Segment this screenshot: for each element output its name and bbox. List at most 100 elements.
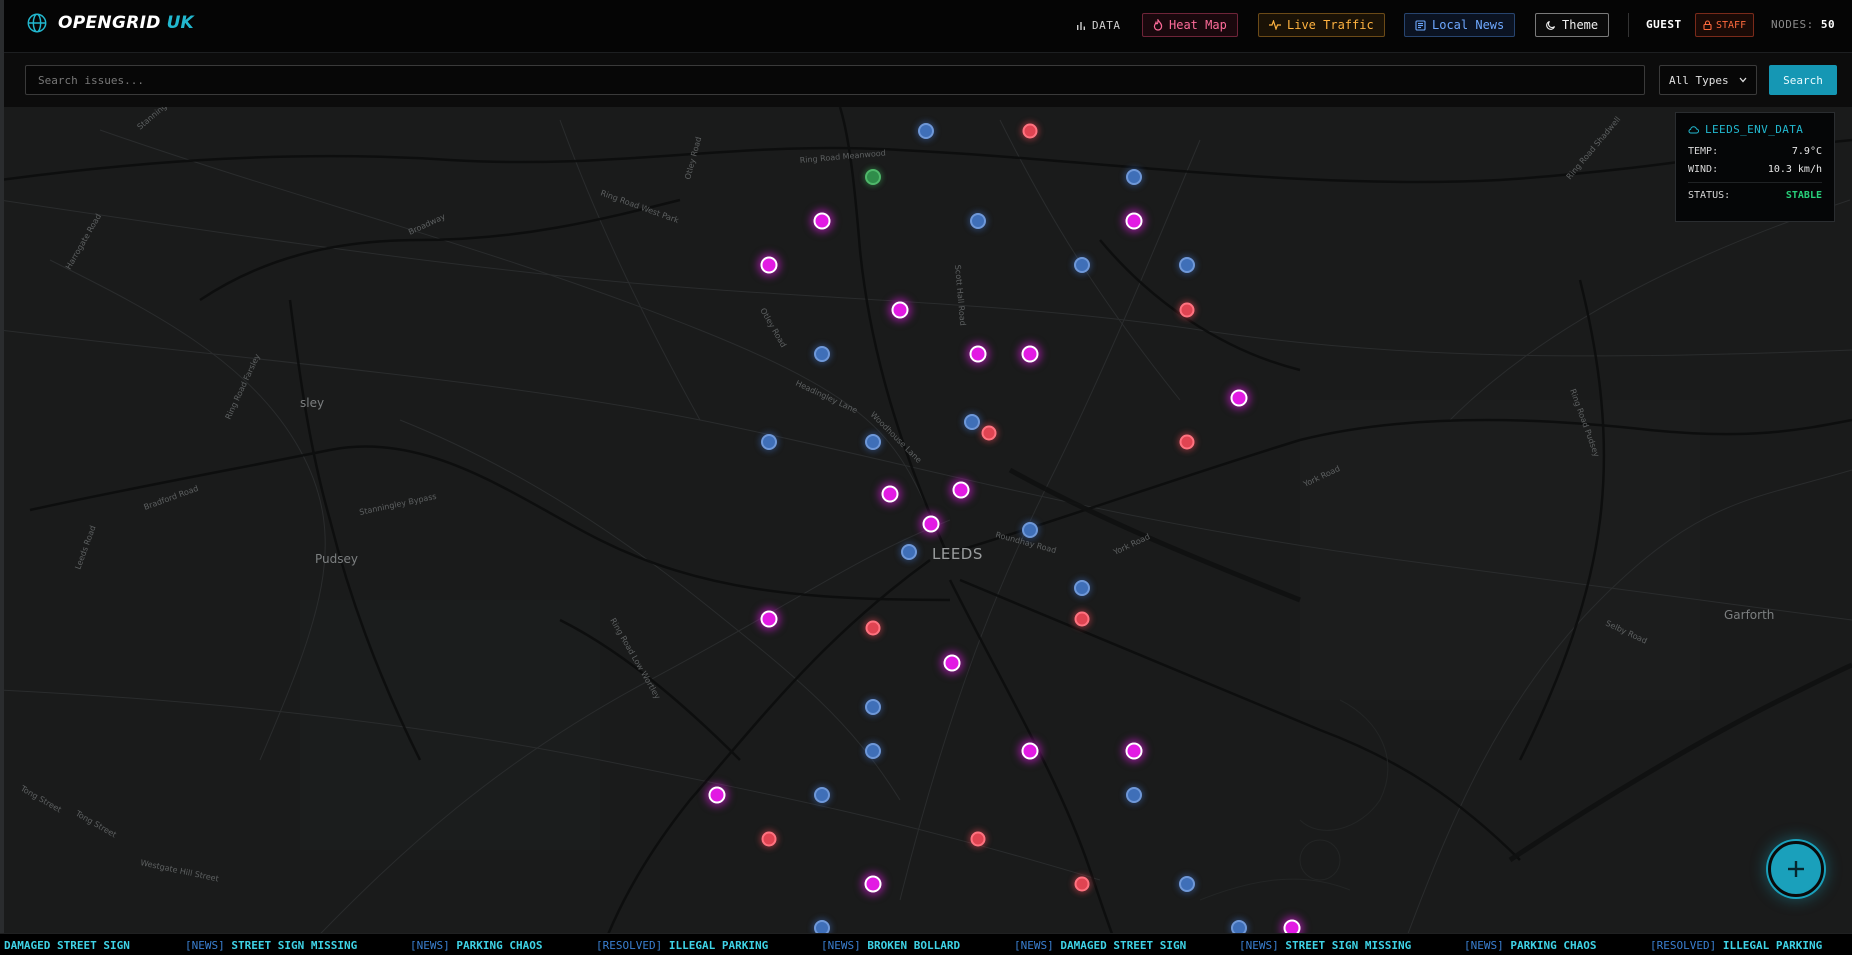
map-marker[interactable] (1179, 876, 1195, 892)
map-marker[interactable] (1074, 876, 1090, 892)
map-marker[interactable] (918, 123, 934, 139)
map-marker[interactable] (1074, 580, 1090, 596)
env-temp-row: TEMP: 7.9°C (1688, 146, 1822, 157)
map-marker[interactable] (814, 920, 830, 933)
map-marker[interactable] (891, 301, 909, 319)
brand-logo[interactable]: OPENGRID UK (26, 12, 194, 34)
place-label-sley: sley (300, 396, 325, 410)
ticker-item[interactable]: [RESOLVED] ILLEGAL PARKING (1650, 939, 1822, 952)
map-marker[interactable] (1179, 257, 1195, 273)
ticker-item[interactable]: [NEWS] PARKING CHAOS (410, 939, 542, 952)
chevron-down-icon (1739, 77, 1747, 83)
map-marker[interactable] (1230, 389, 1248, 407)
ticker-item[interactable]: DAMAGED STREET SIGN (4, 939, 130, 952)
ticker-item[interactable]: [NEWS] BROKEN BOLLARD (821, 939, 960, 952)
heat-map-label: Heat Map (1169, 18, 1227, 32)
lock-icon (1703, 20, 1712, 30)
map-marker[interactable] (1125, 212, 1143, 230)
env-temp-label: TEMP: (1688, 146, 1719, 157)
brand-name: OPENGRID (58, 13, 161, 33)
ticker-item[interactable]: [RESOLVED] ILLEGAL PARKING (596, 939, 768, 952)
map-marker[interactable] (761, 831, 777, 847)
ticker-item[interactable]: [NEWS] STREET SIGN MISSING (185, 939, 357, 952)
map-marker[interactable] (881, 485, 899, 503)
map-marker[interactable] (760, 256, 778, 274)
svg-text:Otley Road: Otley Road (758, 307, 788, 350)
svg-text:Tong Street: Tong Street (73, 808, 118, 839)
map-marker[interactable] (1231, 920, 1247, 933)
map-marker[interactable] (865, 169, 881, 185)
map-marker[interactable] (1021, 345, 1039, 363)
staff-login-button[interactable]: STAFF (1695, 13, 1755, 37)
map-marker[interactable] (1021, 742, 1039, 760)
map-marker[interactable] (814, 346, 830, 362)
map-marker[interactable] (1074, 257, 1090, 273)
env-data-panel: LEEDS_ENV_DATA TEMP: 7.9°C WIND: 10.3 km… (1675, 112, 1835, 222)
map-marker[interactable] (1022, 522, 1038, 538)
map-marker[interactable] (865, 743, 881, 759)
map-marker[interactable] (1125, 742, 1143, 760)
map-marker[interactable] (1074, 611, 1090, 627)
search-input[interactable] (25, 65, 1645, 95)
flame-icon (1153, 19, 1163, 31)
map-marker[interactable] (1126, 787, 1142, 803)
env-status-label: STATUS: (1688, 190, 1731, 201)
globe-icon (27, 13, 47, 33)
svg-text:Scott Hall Road: Scott Hall Road (953, 264, 967, 326)
add-report-button[interactable] (1768, 841, 1824, 897)
map-marker[interactable] (1179, 434, 1195, 450)
svg-text:Stanningley Road: Stanningley Road (136, 107, 196, 132)
app-root: OPENGRID UK DATA Heat Map Live Traffic Lo… (0, 0, 1852, 955)
ticker-item[interactable]: [NEWS] PARKING CHAOS (1464, 939, 1596, 952)
type-filter-select[interactable]: All Types (1659, 65, 1757, 95)
svg-text:Broadway: Broadway (407, 212, 447, 237)
place-label-pudsey: Pudsey (315, 552, 358, 566)
map-marker[interactable] (760, 610, 778, 628)
map-marker[interactable] (952, 481, 970, 499)
type-filter-value: All Types (1669, 73, 1729, 87)
map-marker[interactable] (901, 544, 917, 560)
ticker-item[interactable]: [NEWS] DAMAGED STREET SIGN (1014, 939, 1186, 952)
ticker-item[interactable]: [NEWS] STREET SIGN MISSING (1239, 939, 1411, 952)
map-marker[interactable] (761, 434, 777, 450)
plus-icon (1788, 861, 1804, 877)
theme-button[interactable]: Theme (1535, 13, 1610, 37)
map-marker[interactable] (1126, 169, 1142, 185)
bar-chart-icon (1077, 22, 1085, 30)
news-ticker: DAMAGED STREET SIGN [NEWS] STREET SIGN M… (0, 933, 1852, 955)
svg-text:Tong Street: Tong Street (18, 783, 63, 814)
map-marker[interactable] (865, 620, 881, 636)
staff-label: STAFF (1716, 19, 1747, 31)
map-marker[interactable] (865, 434, 881, 450)
map-marker[interactable] (1022, 123, 1038, 139)
map-marker[interactable] (970, 213, 986, 229)
map-marker[interactable] (981, 425, 997, 441)
map-canvas[interactable]: Ring Road Meanwood Otley Road Ring Road … (4, 107, 1852, 933)
map-marker[interactable] (969, 345, 987, 363)
env-wind-value: 10.3 km/h (1767, 164, 1822, 175)
map-marker[interactable] (1283, 919, 1301, 933)
heat-map-button[interactable]: Heat Map (1142, 13, 1238, 37)
map-marker[interactable] (708, 786, 726, 804)
env-wind-label: WIND: (1688, 164, 1719, 175)
data-button[interactable]: DATA (1065, 13, 1132, 37)
theme-label: Theme (1562, 18, 1599, 32)
nodes-label: NODES: (1771, 18, 1814, 31)
search-button[interactable]: Search (1769, 65, 1837, 95)
local-news-button[interactable]: Local News (1404, 13, 1516, 37)
map-marker[interactable] (814, 787, 830, 803)
map-marker[interactable] (943, 654, 961, 672)
map-marker[interactable] (964, 414, 980, 430)
map-marker[interactable] (970, 831, 986, 847)
env-panel-title: LEEDS_ENV_DATA (1705, 123, 1804, 136)
top-header: OPENGRID UK DATA Heat Map Live Traffic Lo… (4, 0, 1852, 53)
map-marker[interactable] (813, 212, 831, 230)
map-marker[interactable] (922, 515, 940, 533)
map-marker[interactable] (865, 699, 881, 715)
data-button-label: DATA (1092, 18, 1121, 32)
live-traffic-button[interactable]: Live Traffic (1258, 13, 1385, 37)
svg-text:Stanningley Bypass: Stanningley Bypass (359, 492, 438, 517)
header-divider (1628, 13, 1629, 37)
map-marker[interactable] (1179, 302, 1195, 318)
map-marker[interactable] (864, 875, 882, 893)
